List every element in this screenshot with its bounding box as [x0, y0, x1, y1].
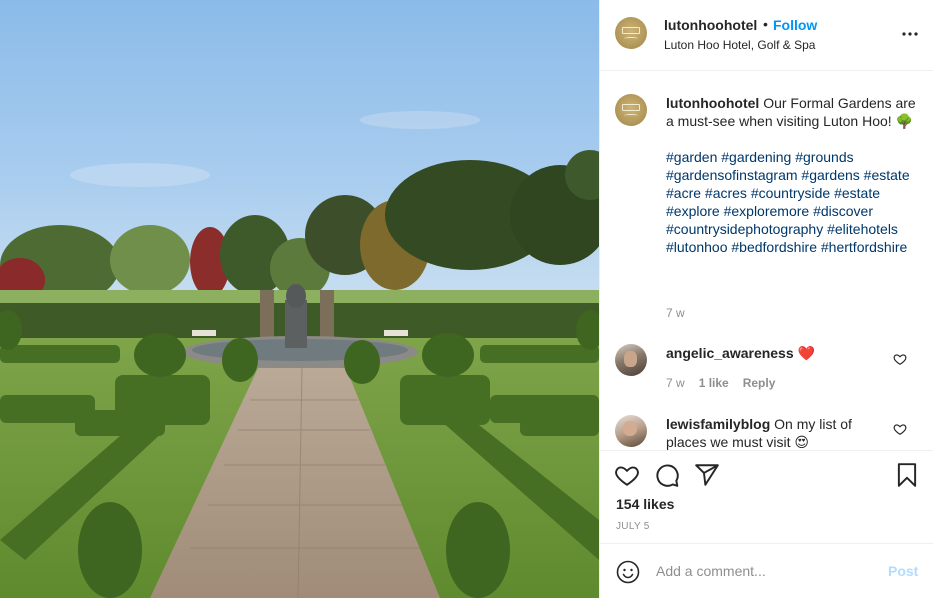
share-paper-plane-icon[interactable] — [694, 462, 720, 488]
comment-likes[interactable]: 1 like — [699, 376, 729, 390]
comment-item: lewisfamilyblog On my list of places we … — [666, 415, 896, 450]
emoji-smiley-icon[interactable] — [616, 560, 640, 584]
post-location[interactable]: Luton Hoo Hotel, Golf & Spa — [664, 38, 815, 52]
like-heart-icon[interactable] — [614, 462, 640, 488]
post-date[interactable]: JULY 5 — [616, 521, 650, 532]
reply-button[interactable]: Reply — [743, 376, 776, 390]
post-details-panel: lutonhoohotel • Follow Luton Hoo Hotel, … — [599, 0, 933, 598]
follow-button[interactable]: Follow — [773, 17, 817, 33]
commenter-avatar[interactable] — [615, 344, 647, 376]
comment-bubble-icon[interactable] — [654, 462, 680, 488]
add-comment-input[interactable] — [656, 560, 876, 582]
comment-username[interactable]: angelic_awareness — [666, 345, 794, 361]
avatar-face — [623, 421, 637, 436]
caption-hashtags[interactable]: #garden #gardening #grounds #gardensofin… — [666, 148, 916, 256]
hotel-logo-crest — [622, 27, 640, 34]
likes-count[interactable]: 154 likes — [616, 496, 674, 512]
like-comment-heart-icon[interactable] — [893, 422, 907, 436]
hotel-logo-script — [624, 114, 638, 117]
caption-text-block: lutonhoohotel Our Formal Gardens are a m… — [666, 94, 916, 256]
more-horizontal-icon[interactable] — [900, 24, 920, 44]
comment-timestamp[interactable]: 7 w — [666, 376, 685, 390]
comment-item: angelic_awareness ❤️ — [666, 344, 896, 362]
comment-text: ❤️ — [797, 345, 815, 361]
instagram-post: lutonhoohotel • Follow Luton Hoo Hotel, … — [0, 0, 933, 598]
comment-username[interactable]: lewisfamilyblog — [666, 416, 770, 432]
like-comment-heart-icon[interactable] — [893, 352, 907, 366]
hotel-logo-script — [624, 37, 638, 40]
post-author-username[interactable]: lutonhoohotel — [664, 17, 757, 33]
caption-avatar[interactable] — [615, 94, 647, 126]
comments-list[interactable]: lutonhoohotel Our Formal Gardens are a m… — [600, 72, 933, 450]
post-header: lutonhoohotel • Follow Luton Hoo Hotel, … — [600, 0, 933, 71]
post-comment-button[interactable]: Post — [888, 563, 918, 579]
save-bookmark-icon[interactable] — [894, 462, 920, 488]
comment-meta: 7 w 1 like Reply — [666, 376, 775, 390]
avatar-face — [624, 351, 637, 367]
commenter-avatar[interactable] — [615, 415, 647, 447]
hotel-logo-crest — [622, 104, 640, 111]
add-comment-bar: Post — [600, 543, 933, 598]
post-photo[interactable] — [0, 0, 599, 598]
caption-username[interactable]: lutonhoohotel — [666, 95, 759, 111]
profile-avatar[interactable] — [615, 17, 647, 49]
formal-garden-photo — [0, 0, 599, 598]
caption-timestamp[interactable]: 7 w — [666, 306, 685, 320]
follow-separator: • — [763, 16, 768, 32]
post-actions: 154 likes JULY 5 — [600, 450, 933, 543]
